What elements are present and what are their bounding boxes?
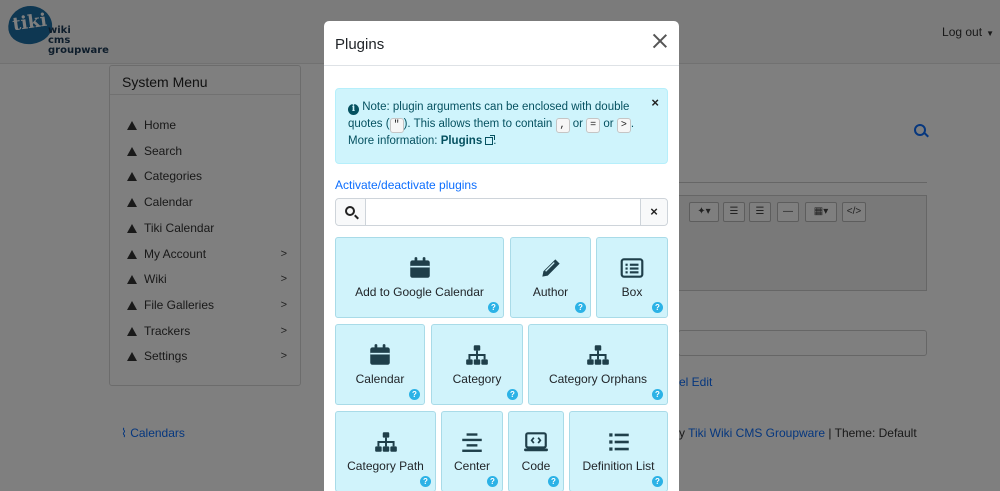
search-addon	[336, 199, 366, 225]
clear-search-button[interactable]: ×	[640, 199, 667, 225]
calendar-icon	[367, 342, 393, 368]
info-icon: i	[348, 104, 359, 115]
plugin-label: Calendar	[355, 372, 405, 386]
help-icon[interactable]: ?	[420, 476, 431, 487]
plugin-label: Code	[521, 459, 551, 473]
kbd-equals: =	[586, 118, 601, 133]
plugin-label: Definition List	[582, 459, 655, 473]
help-icon[interactable]: ?	[652, 389, 663, 400]
alert-text: or	[603, 118, 614, 130]
plugins-modal: Plugins × i Note: plugin arguments can b…	[324, 21, 679, 491]
activate-plugins-link[interactable]: Activate/deactivate plugins	[335, 178, 477, 192]
plugin-add-to-google-calendar[interactable]: Add to Google Calendar ?	[335, 237, 504, 318]
close-icon[interactable]	[651, 32, 669, 50]
plugin-category-orphans[interactable]: Category Orphans ?	[528, 324, 668, 405]
plugin-label: Author	[532, 285, 569, 299]
list-icon	[606, 429, 632, 455]
help-icon[interactable]: ?	[507, 389, 518, 400]
plugin-label: Add to Google Calendar	[355, 285, 484, 299]
list-box-icon	[619, 255, 645, 281]
sitemap-icon	[585, 342, 611, 368]
plugin-author[interactable]: Author ?	[510, 237, 591, 318]
search-icon	[345, 206, 355, 216]
modal-header: Plugins	[324, 21, 679, 66]
plugin-definition-list[interactable]: Definition List ?	[569, 411, 668, 491]
plugin-label: Category Path	[347, 459, 424, 473]
alert-text: ). This allows them to contain	[403, 118, 553, 130]
plugin-category[interactable]: Category ?	[431, 324, 523, 405]
plugins-doc-link[interactable]: Plugins	[441, 135, 483, 147]
plugin-search-input[interactable]	[367, 199, 641, 225]
help-icon[interactable]: ?	[487, 476, 498, 487]
code-icon	[523, 429, 549, 455]
calendar-icon	[407, 255, 433, 281]
plugin-label: Category	[452, 372, 502, 386]
plugin-category-path[interactable]: Category Path ?	[335, 411, 436, 491]
kbd-comma: ,	[555, 118, 570, 133]
help-icon[interactable]: ?	[652, 302, 663, 313]
sitemap-icon	[373, 429, 399, 455]
help-icon[interactable]: ?	[575, 302, 586, 313]
help-icon[interactable]: ?	[548, 476, 559, 487]
plugin-center[interactable]: Center ?	[441, 411, 503, 491]
pencil-icon	[538, 255, 564, 281]
plugin-code[interactable]: Code ?	[508, 411, 564, 491]
plugin-search: ×	[335, 198, 668, 226]
plugin-box[interactable]: Box ?	[596, 237, 668, 318]
plugin-label: Category Orphans	[548, 372, 648, 386]
sitemap-icon	[464, 342, 490, 368]
plugin-label: Box	[621, 285, 643, 299]
alert-close-icon[interactable]: ×	[651, 94, 659, 111]
align-center-icon	[459, 429, 485, 455]
help-icon[interactable]: ?	[652, 476, 663, 487]
external-link-icon	[485, 135, 496, 145]
modal-title: Plugins	[335, 36, 385, 53]
info-alert: × i Note: plugin arguments can be enclos…	[335, 88, 668, 164]
plugin-calendar[interactable]: Calendar ?	[335, 324, 425, 405]
help-icon[interactable]: ?	[409, 389, 420, 400]
alert-text: or	[572, 118, 583, 130]
help-icon[interactable]: ?	[488, 302, 499, 313]
plugin-label: Center	[453, 459, 491, 473]
kbd-gt: >	[616, 118, 631, 133]
kbd-quote: "	[389, 118, 404, 133]
plugins-doc-link-label: Plugins	[440, 135, 483, 147]
